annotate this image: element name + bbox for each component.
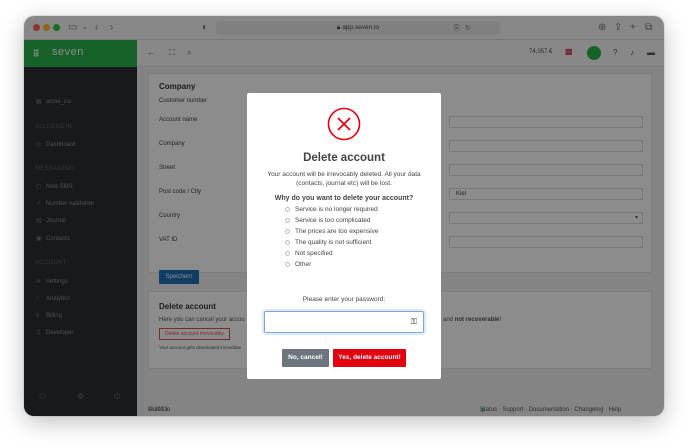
delete-account-dialog: Delete account Your account will be irre… <box>247 93 441 379</box>
reason-option[interactable]: Not specified <box>285 250 333 257</box>
reason-label: The prices are too expensive <box>295 228 379 235</box>
radio-button[interactable] <box>285 261 290 267</box>
reason-label: Service is too complicated <box>295 217 371 224</box>
reason-option[interactable]: Service is no longer required <box>285 206 378 213</box>
reason-option[interactable]: The quality is not sufficient <box>285 239 371 246</box>
radio-button[interactable] <box>285 217 290 223</box>
radio-button[interactable] <box>285 239 290 245</box>
confirm-delete-button[interactable]: Yes, delete account! <box>333 349 406 367</box>
reason-label: The quality is not sufficient <box>295 239 372 246</box>
reason-question: Why do you want to delete your account? <box>274 195 414 202</box>
key-icon[interactable]: ⚿ <box>411 317 417 327</box>
reason-option[interactable]: Other <box>285 261 311 268</box>
radio-button[interactable] <box>285 228 290 234</box>
dialog-message: Your account will be irrevocably deleted… <box>267 171 421 187</box>
browser-window: ▭ ⌄ ‹ › ◐ 🔒︎ app.seven.io ⎘ ↻ ⊕ ⇪ + ⧉ ⩩ … <box>24 16 664 416</box>
reason-option[interactable]: The prices are too expensive <box>285 228 378 235</box>
reason-label: Other <box>295 261 312 268</box>
reason-label: Not specified <box>295 250 333 257</box>
reason-option[interactable]: Service is too complicated <box>285 217 371 224</box>
reason-label: Service is no longer required <box>295 206 378 213</box>
error-x-icon <box>327 107 361 141</box>
radio-button[interactable] <box>285 250 290 256</box>
cancel-button[interactable]: No, cancel! <box>282 349 329 367</box>
radio-button[interactable] <box>285 206 290 212</box>
dialog-title: Delete account <box>303 152 385 164</box>
password-prompt: Please enter your password: <box>302 296 386 303</box>
password-field[interactable]: ⚿ <box>264 311 424 333</box>
